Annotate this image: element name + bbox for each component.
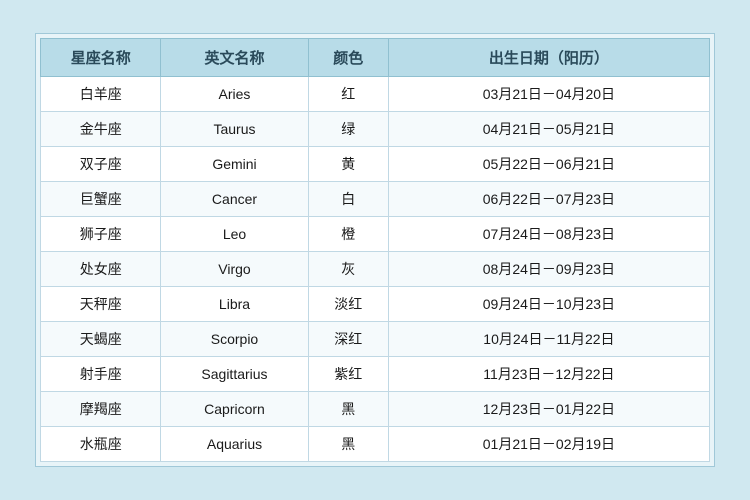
cell-english-name: Taurus [161, 112, 308, 147]
table-row: 天秤座Libra淡红09月24日－10月23日 [41, 287, 710, 322]
cell-color: 黑 [308, 427, 388, 462]
cell-chinese-name: 狮子座 [41, 217, 161, 252]
cell-chinese-name: 巨蟹座 [41, 182, 161, 217]
cell-date: 08月24日－09月23日 [388, 252, 709, 287]
cell-chinese-name: 处女座 [41, 252, 161, 287]
cell-color: 红 [308, 77, 388, 112]
zodiac-table: 星座名称 英文名称 颜色 出生日期（阳历） 白羊座Aries红03月21日－04… [40, 38, 710, 462]
cell-date: 12月23日－01月22日 [388, 392, 709, 427]
table-row: 狮子座Leo橙07月24日－08月23日 [41, 217, 710, 252]
cell-chinese-name: 射手座 [41, 357, 161, 392]
cell-english-name: Cancer [161, 182, 308, 217]
cell-color: 紫红 [308, 357, 388, 392]
table-row: 处女座Virgo灰08月24日－09月23日 [41, 252, 710, 287]
cell-chinese-name: 天秤座 [41, 287, 161, 322]
table-body: 白羊座Aries红03月21日－04月20日金牛座Taurus绿04月21日－0… [41, 77, 710, 462]
header-color: 颜色 [308, 39, 388, 77]
table-row: 摩羯座Capricorn黑12月23日－01月22日 [41, 392, 710, 427]
cell-color: 灰 [308, 252, 388, 287]
table-row: 双子座Gemini黄05月22日－06月21日 [41, 147, 710, 182]
cell-color: 深红 [308, 322, 388, 357]
table-row: 天蝎座Scorpio深红10月24日－11月22日 [41, 322, 710, 357]
cell-color: 绿 [308, 112, 388, 147]
cell-english-name: Leo [161, 217, 308, 252]
header-english-name: 英文名称 [161, 39, 308, 77]
cell-chinese-name: 水瓶座 [41, 427, 161, 462]
cell-chinese-name: 白羊座 [41, 77, 161, 112]
cell-color: 橙 [308, 217, 388, 252]
cell-date: 10月24日－11月22日 [388, 322, 709, 357]
cell-date: 06月22日－07月23日 [388, 182, 709, 217]
cell-english-name: Gemini [161, 147, 308, 182]
cell-english-name: Aries [161, 77, 308, 112]
cell-date: 01月21日－02月19日 [388, 427, 709, 462]
cell-english-name: Capricorn [161, 392, 308, 427]
cell-date: 03月21日－04月20日 [388, 77, 709, 112]
cell-color: 黄 [308, 147, 388, 182]
table-row: 射手座Sagittarius紫红11月23日－12月22日 [41, 357, 710, 392]
cell-color: 淡红 [308, 287, 388, 322]
cell-english-name: Sagittarius [161, 357, 308, 392]
cell-chinese-name: 天蝎座 [41, 322, 161, 357]
table-row: 水瓶座Aquarius黑01月21日－02月19日 [41, 427, 710, 462]
table-row: 金牛座Taurus绿04月21日－05月21日 [41, 112, 710, 147]
cell-chinese-name: 金牛座 [41, 112, 161, 147]
cell-date: 11月23日－12月22日 [388, 357, 709, 392]
header-date: 出生日期（阳历） [388, 39, 709, 77]
cell-english-name: Virgo [161, 252, 308, 287]
cell-date: 09月24日－10月23日 [388, 287, 709, 322]
header-chinese-name: 星座名称 [41, 39, 161, 77]
table-row: 巨蟹座Cancer白06月22日－07月23日 [41, 182, 710, 217]
cell-english-name: Aquarius [161, 427, 308, 462]
cell-color: 白 [308, 182, 388, 217]
table-header-row: 星座名称 英文名称 颜色 出生日期（阳历） [41, 39, 710, 77]
cell-date: 05月22日－06月21日 [388, 147, 709, 182]
cell-english-name: Scorpio [161, 322, 308, 357]
table-row: 白羊座Aries红03月21日－04月20日 [41, 77, 710, 112]
zodiac-table-container: 星座名称 英文名称 颜色 出生日期（阳历） 白羊座Aries红03月21日－04… [35, 33, 715, 467]
cell-color: 黑 [308, 392, 388, 427]
cell-english-name: Libra [161, 287, 308, 322]
cell-chinese-name: 摩羯座 [41, 392, 161, 427]
cell-date: 04月21日－05月21日 [388, 112, 709, 147]
cell-chinese-name: 双子座 [41, 147, 161, 182]
cell-date: 07月24日－08月23日 [388, 217, 709, 252]
